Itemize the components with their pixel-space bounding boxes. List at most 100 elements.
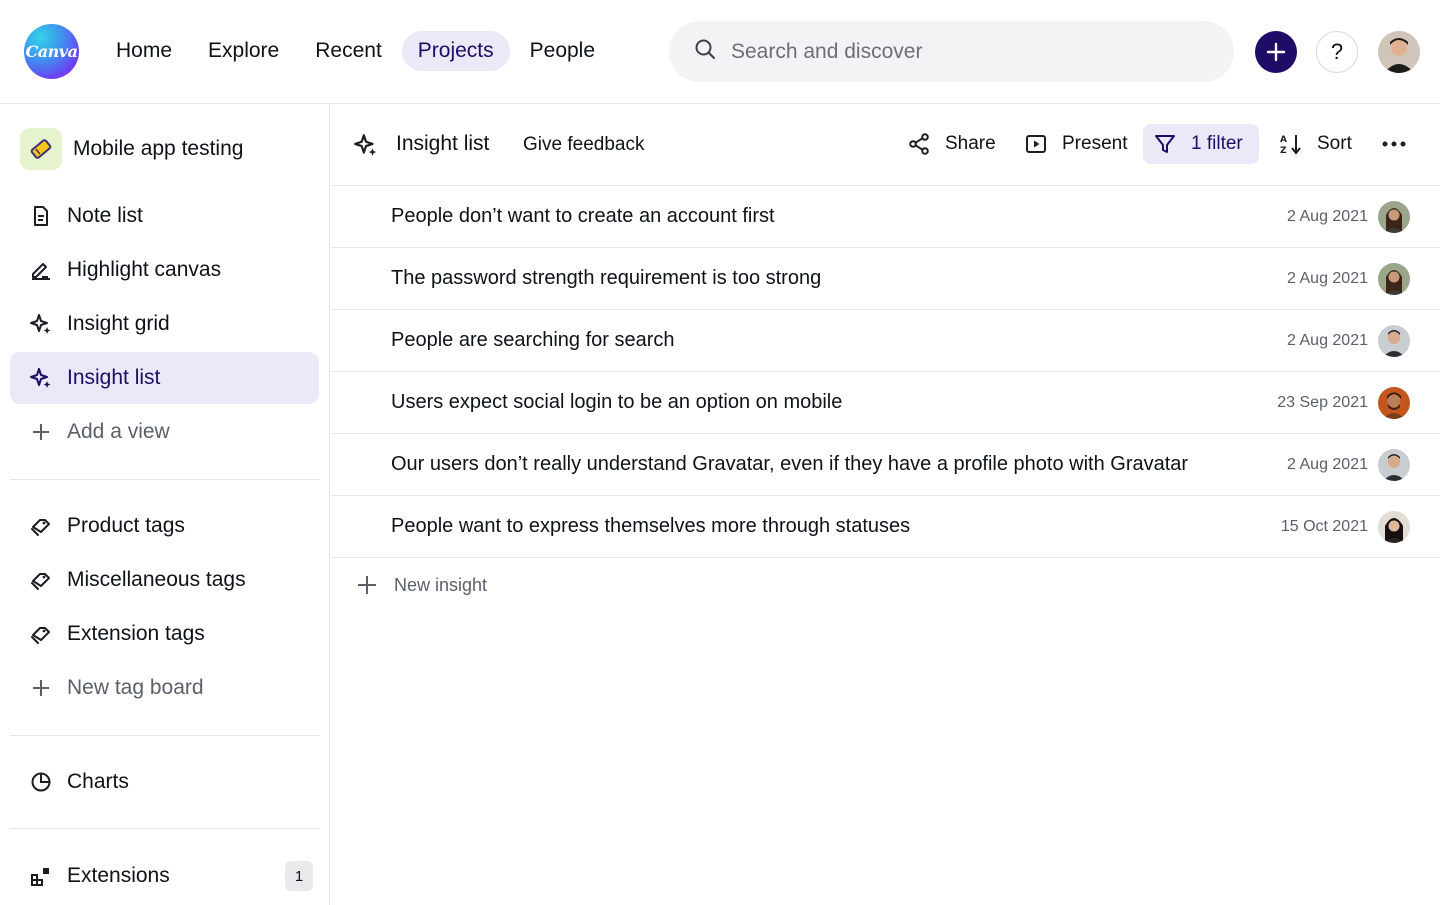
sidebar-item-charts[interactable]: Charts — [10, 756, 319, 808]
list-item[interactable]: People want to express themselves more t… — [331, 496, 1440, 558]
avatar — [1378, 387, 1410, 419]
sidebar-item-insight-grid[interactable]: Insight grid — [10, 298, 319, 350]
sidebar-item-label: Insight list — [67, 366, 161, 389]
give-feedback-link[interactable]: Give feedback — [523, 134, 644, 156]
sidebar-item-product-tags[interactable]: Product tags — [10, 500, 319, 552]
sort-icon: AZ — [1280, 135, 1301, 156]
insight-date: 2 Aug 2021 — [1287, 208, 1368, 225]
sidebar-item-label: Extension tags — [67, 622, 205, 645]
sidebar-item-label: Extensions — [67, 864, 170, 887]
nav-recent[interactable]: Recent — [299, 31, 398, 71]
nav-explore[interactable]: Explore — [192, 31, 295, 71]
avatar — [1378, 449, 1410, 481]
plus-icon — [29, 420, 53, 444]
note-icon — [29, 204, 53, 228]
plus-icon — [29, 676, 53, 700]
avatar — [1378, 511, 1410, 543]
sidebar-divider — [10, 828, 319, 829]
add-view-button[interactable]: Add a view — [10, 406, 319, 458]
filter-button[interactable]: 1 filter — [1143, 124, 1259, 164]
search-icon — [693, 37, 717, 66]
svg-text:Z: Z — [1280, 146, 1287, 156]
sidebar-item-label: Product tags — [67, 514, 185, 537]
more-options-button[interactable] — [1379, 132, 1409, 156]
sidebar-item-extensions[interactable]: Extensions 1 — [10, 850, 319, 902]
search-bar[interactable] — [669, 21, 1234, 82]
list-item[interactable]: Our users don’t really understand Gravat… — [331, 434, 1440, 496]
sidebar-divider — [10, 735, 319, 736]
sidebar-item-miscellaneous-tags[interactable]: Miscellaneous tags — [10, 554, 319, 606]
insight-title: Users expect social login to be an optio… — [391, 391, 843, 413]
avatar[interactable] — [1378, 31, 1420, 73]
more-icon — [1382, 141, 1406, 147]
tag-icon — [29, 622, 53, 646]
share-label: Share — [945, 133, 996, 154]
sparkle-icon — [354, 134, 377, 156]
avatar — [1378, 263, 1410, 295]
share-button[interactable]: Share — [897, 124, 1006, 164]
sparkle-icon — [29, 312, 53, 336]
insight-title: People don’t want to create an account f… — [391, 205, 775, 227]
project-header[interactable]: Mobile app testing — [20, 128, 243, 170]
avatar — [1378, 201, 1410, 233]
main-content: Insight list Give feedback Share Present… — [331, 104, 1440, 905]
present-icon — [1026, 135, 1046, 153]
canva-logo[interactable]: Canva — [24, 24, 79, 79]
list-item[interactable]: People don’t want to create an account f… — [331, 186, 1440, 248]
filter-label: 1 filter — [1191, 133, 1243, 154]
insight-title: People want to express themselves more t… — [391, 515, 911, 537]
sidebar-item-highlight-canvas[interactable]: Highlight canvas — [10, 244, 319, 296]
avatar — [1378, 325, 1410, 357]
new-tag-board-button[interactable]: New tag board — [10, 662, 319, 714]
help-button[interactable]: ? — [1316, 31, 1358, 73]
sidebar-item-insight-list[interactable]: Insight list — [10, 352, 319, 404]
nav-people[interactable]: People — [514, 31, 611, 71]
insight-title: Our users don’t really understand Gravat… — [391, 453, 1189, 475]
list-item[interactable]: People are searching for search 2 Aug 20… — [331, 310, 1440, 372]
share-icon — [909, 133, 929, 155]
insight-date: 2 Aug 2021 — [1287, 270, 1368, 287]
sidebar-item-label: Add a view — [67, 420, 170, 443]
sidebar: Mobile app testing Note list Highlight c… — [0, 104, 330, 905]
insight-date: 2 Aug 2021 — [1287, 456, 1368, 473]
sidebar-item-label: Note list — [67, 204, 143, 227]
create-button[interactable] — [1255, 31, 1297, 73]
search-input[interactable] — [731, 39, 1211, 64]
insight-title: People are searching for search — [391, 329, 675, 351]
present-button[interactable]: Present — [1014, 124, 1137, 164]
extensions-icon — [29, 864, 53, 888]
filter-icon — [1155, 135, 1175, 153]
sidebar-divider — [10, 479, 319, 480]
project-icon — [20, 128, 62, 170]
sidebar-item-extension-tags[interactable]: Extension tags — [10, 608, 319, 660]
sidebar-item-label: Miscellaneous tags — [67, 568, 246, 591]
sort-label: Sort — [1317, 133, 1352, 154]
sidebar-item-label: New tag board — [67, 676, 204, 699]
insight-date: 23 Sep 2021 — [1277, 394, 1368, 411]
svg-text:A: A — [1280, 135, 1287, 145]
insight-date: 15 Oct 2021 — [1280, 518, 1368, 535]
insight-title: The password strength requirement is too… — [391, 267, 822, 289]
new-insight-label: New insight — [394, 574, 488, 595]
plus-icon — [1266, 42, 1286, 62]
project-title: Mobile app testing — [73, 137, 244, 160]
view-toolbar: Insight list Give feedback Share Present… — [331, 104, 1440, 186]
sort-button[interactable]: AZ Sort — [1269, 124, 1362, 164]
sidebar-item-label: Insight grid — [67, 312, 170, 335]
nav-home[interactable]: Home — [100, 31, 188, 71]
tag-icon — [29, 514, 53, 538]
insight-date: 2 Aug 2021 — [1287, 332, 1368, 349]
nav-projects[interactable]: Projects — [401, 31, 510, 71]
list-item[interactable]: Users expect social login to be an optio… — [331, 372, 1440, 434]
new-insight-button[interactable]: New insight — [356, 574, 487, 596]
sidebar-item-note-list[interactable]: Note list — [10, 190, 319, 242]
tag-icon — [29, 568, 53, 592]
list-item[interactable]: The password strength requirement is too… — [331, 248, 1440, 310]
sparkle-icon — [29, 366, 53, 390]
insight-list: People don’t want to create an account f… — [331, 186, 1440, 558]
view-title: Insight list — [396, 132, 490, 155]
extensions-count-badge: 1 — [285, 861, 313, 891]
main-nav: Home Explore Recent Projects People — [100, 31, 611, 71]
top-bar: Canva Home Explore Recent Projects Peopl… — [0, 0, 1440, 104]
pie-chart-icon — [29, 770, 53, 794]
